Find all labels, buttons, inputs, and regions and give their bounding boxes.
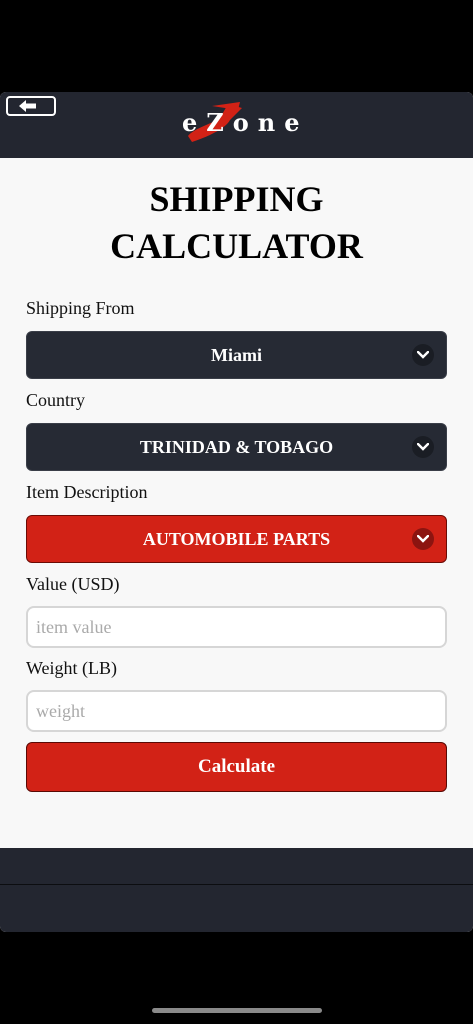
back-button[interactable] [6,96,56,116]
logo: eZone [182,98,302,148]
country-label: Country [26,390,86,410]
item-description-select[interactable]: AUTOMOBILE PARTS [26,515,447,563]
weight-input[interactable] [26,690,447,732]
chevron-down-icon [412,344,434,366]
page-title-line1: SHIPPING [149,179,324,219]
app-window: eZone SHIPPING CALCULATOR Shipping From … [0,92,473,932]
weight-label: Weight (LB) [26,658,118,678]
bottom-nav-bar [0,885,473,932]
value-usd-input[interactable] [26,606,447,648]
value-usd-label: Value (USD) [26,574,120,594]
calculate-button[interactable]: Calculate [26,742,447,792]
chevron-down-icon [412,528,434,550]
shipping-from-label: Shipping From [26,298,135,318]
chevron-down-icon [412,436,434,458]
item-description-label: Item Description [26,482,148,502]
top-bar: eZone [0,92,473,160]
footer-bar [0,848,473,885]
calculator-content: SHIPPING CALCULATOR Shipping From Miami … [0,158,473,848]
shipping-from-select[interactable]: Miami [26,331,447,379]
shipping-from-value: Miami [211,344,262,365]
home-indicator[interactable] [152,1008,322,1013]
page-title: SHIPPING CALCULATOR [0,176,473,270]
page-title-line2: CALCULATOR [110,226,363,266]
item-description-value: AUTOMOBILE PARTS [142,528,331,549]
logo-text: eZone [182,108,309,137]
country-select[interactable]: TRINIDAD & TOBAGO [26,423,447,471]
arrow-left-icon [19,100,36,112]
country-value: TRINIDAD & TOBAGO [139,436,334,457]
